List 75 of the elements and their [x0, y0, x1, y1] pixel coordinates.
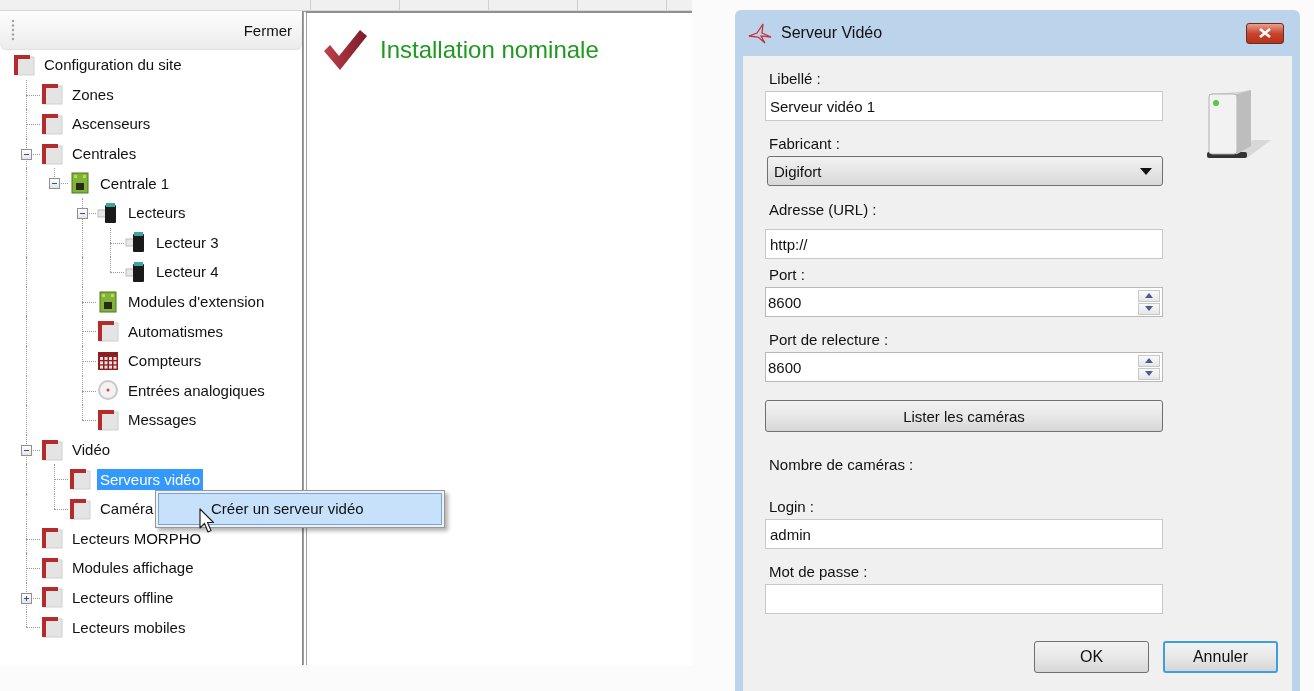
- number-field[interactable]: 8600: [765, 287, 1163, 317]
- tree-toggle[interactable]: [21, 592, 32, 604]
- tree-item[interactable]: Lecteurs: [125, 202, 189, 224]
- tree-item[interactable]: Centrale 1: [97, 172, 173, 194]
- tree-item[interactable]: Modules affichage: [69, 557, 197, 579]
- tree-toggle[interactable]: [77, 207, 88, 219]
- number-field[interactable]: 8600: [765, 352, 1163, 382]
- flag-icon: [97, 408, 119, 431]
- field-label: Adresse (URL) :: [768, 200, 877, 219]
- flag-icon: [41, 556, 63, 579]
- card-reader-icon: [125, 260, 147, 283]
- tree-toggle[interactable]: [21, 444, 32, 456]
- gauge-icon: [97, 379, 119, 402]
- tree-item[interactable]: Entrées analogiques: [125, 379, 268, 401]
- tree-item[interactable]: Lecteurs MORPHO: [69, 527, 205, 549]
- spin-up-button[interactable]: [1138, 354, 1160, 367]
- tree-item[interactable]: Vidéo: [69, 439, 114, 460]
- caret-icon: [1140, 167, 1152, 175]
- flag-icon: [69, 468, 91, 491]
- tree-item[interactable]: Lecteur 4: [153, 261, 222, 283]
- field-label: Libellé :: [768, 69, 821, 88]
- menu-item[interactable]: Créer un serveur vidéo: [158, 493, 442, 525]
- dialog-button[interactable]: Annuler: [1163, 641, 1278, 673]
- tree-item[interactable]: Compteurs: [125, 350, 205, 372]
- card-reader-icon: [97, 201, 119, 224]
- close-icon: [1258, 28, 1272, 38]
- flag-icon: [41, 83, 63, 106]
- tree-item[interactable]: Lecteurs mobiles: [69, 616, 189, 638]
- tree-item[interactable]: Zones: [69, 83, 117, 105]
- tree-item[interactable]: Configuration du site: [41, 54, 185, 76]
- flag-icon: [97, 320, 119, 343]
- grip-handle-icon[interactable]: [11, 19, 15, 41]
- close-button[interactable]: Fermer: [241, 19, 294, 41]
- dropdown[interactable]: Digifort: [767, 156, 1163, 186]
- circuit-board-icon: [69, 172, 91, 195]
- flag-icon: [41, 616, 63, 639]
- window-title: Serveur Vidéo: [781, 24, 884, 42]
- flag-icon: [69, 497, 91, 520]
- text-field[interactable]: admin: [765, 519, 1163, 549]
- dialog-button[interactable]: OK: [1034, 641, 1149, 673]
- flag-icon: [41, 527, 63, 550]
- field-label: Mot de passe :: [768, 562, 868, 581]
- tree-item[interactable]: Messages: [125, 409, 200, 431]
- tree-toggle[interactable]: [21, 148, 32, 160]
- spin-up-button[interactable]: [1138, 289, 1160, 302]
- circuit-board-icon: [97, 290, 119, 313]
- tree-item[interactable]: Lecteurs offline: [69, 587, 177, 608]
- field-label: Fabricant :: [768, 134, 840, 153]
- tree-item[interactable]: Ascenseurs: [69, 113, 154, 135]
- field-label: Port de relecture :: [768, 330, 889, 349]
- flag-icon: [41, 586, 63, 609]
- field-label: Port :: [768, 265, 805, 284]
- tree-item[interactable]: Modules d'extension: [125, 291, 268, 313]
- tree-toggle[interactable]: [49, 178, 60, 190]
- spin-down-button[interactable]: [1138, 302, 1160, 315]
- tree-item[interactable]: Lecteur 3: [153, 231, 222, 253]
- list-cameras-button[interactable]: Lister les caméras: [765, 400, 1163, 432]
- spin-down-button[interactable]: [1138, 367, 1160, 380]
- close-button[interactable]: [1246, 22, 1284, 44]
- card-reader-icon: [125, 231, 147, 254]
- flag-icon: [41, 438, 63, 461]
- tree-item[interactable]: Automatismes: [125, 320, 227, 342]
- info-label: Nombre de caméras :: [768, 455, 914, 474]
- table-icon: [97, 349, 119, 372]
- field-label: Login :: [768, 497, 815, 516]
- text-field[interactable]: http://: [765, 229, 1163, 259]
- flag-icon: [13, 53, 35, 76]
- flag-icon: [41, 113, 63, 135]
- text-field[interactable]: Serveur vidéo 1: [765, 91, 1163, 121]
- tree-item[interactable]: Centrales: [69, 143, 140, 165]
- tree-item[interactable]: Caméra: [97, 498, 157, 520]
- text-field[interactable]: [765, 584, 1163, 614]
- star-icon: [747, 22, 773, 44]
- flag-icon: [41, 142, 63, 165]
- status-message: Installation nominale: [380, 36, 599, 64]
